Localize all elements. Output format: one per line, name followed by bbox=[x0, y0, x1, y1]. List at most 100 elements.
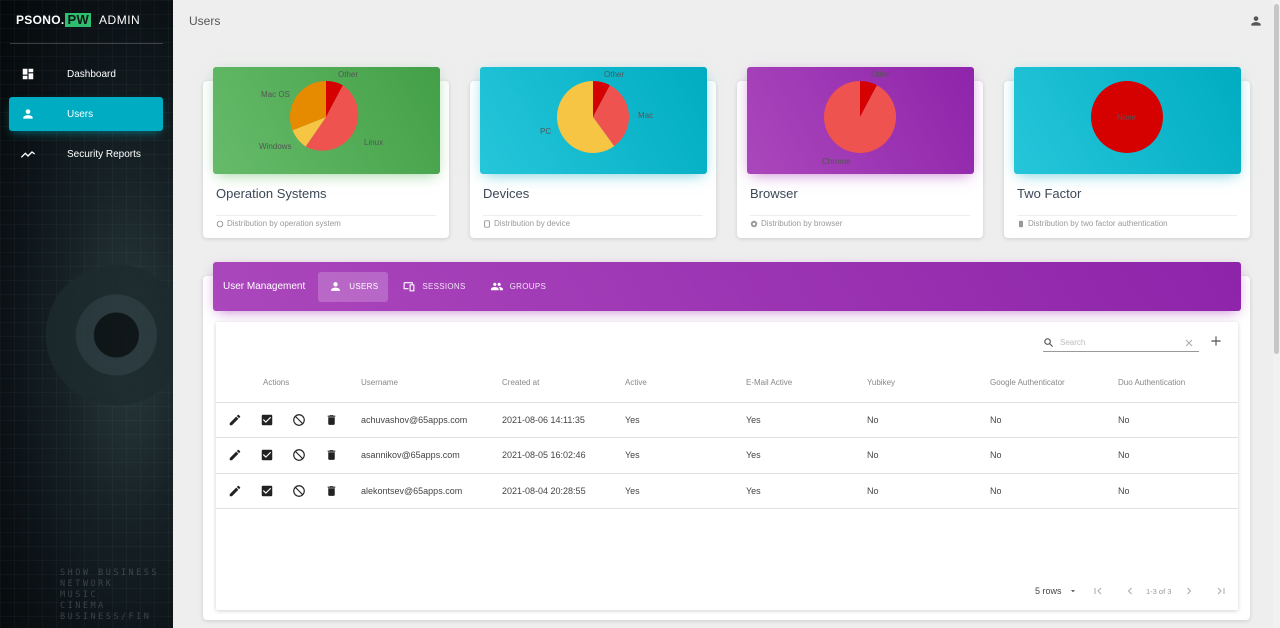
card-title: Operation Systems bbox=[216, 186, 327, 201]
sidebar-background-text: SHOW BUSINESS NETWORK MUSIC CINEMA BUSIN… bbox=[60, 568, 160, 622]
card-divider bbox=[750, 215, 970, 216]
card-footer: Distribution by operation system bbox=[216, 219, 341, 228]
cell-google-auth: No bbox=[990, 450, 1002, 460]
last-page-icon[interactable] bbox=[1214, 584, 1228, 598]
cell-active: Yes bbox=[625, 486, 640, 496]
browser-distribution-card: Other Chrome Browser Distribution by bro… bbox=[737, 67, 983, 238]
devices-distribution-card: Other Mac PC Devices Distribution by dev… bbox=[470, 67, 716, 238]
edit-icon[interactable] bbox=[227, 483, 243, 499]
add-user-button[interactable] bbox=[1209, 334, 1223, 348]
cell-google-auth: No bbox=[990, 415, 1002, 425]
card-divider bbox=[216, 215, 436, 216]
card-footer: Distribution by device bbox=[483, 219, 570, 228]
pie-label-linux: Linux bbox=[364, 138, 383, 147]
browser-chart-header: Other Chrome bbox=[747, 67, 974, 174]
rows-per-page-select[interactable]: 5 rows bbox=[1035, 586, 1062, 596]
tab-label: SESSIONS bbox=[422, 282, 466, 291]
delete-icon[interactable] bbox=[323, 447, 339, 463]
block-icon[interactable] bbox=[291, 412, 307, 428]
card-footer: Distribution by browser bbox=[750, 219, 842, 228]
column-header-active[interactable]: Active bbox=[625, 378, 647, 387]
search-icon bbox=[1044, 338, 1054, 348]
cell-duo-auth: No bbox=[1118, 486, 1130, 496]
pie-label-mac: Mac bbox=[638, 111, 653, 120]
table-row: achuvashov@65apps.com 2021-08-06 14:11:3… bbox=[216, 402, 1238, 437]
pie-label-other: Other bbox=[604, 70, 624, 79]
column-header-duo-authentication[interactable]: Duo Authentication bbox=[1118, 378, 1185, 387]
column-header-created-at[interactable]: Created at bbox=[502, 378, 539, 387]
two-factor-distribution-card: None Two Factor Distribution by two fact… bbox=[1004, 67, 1250, 238]
pie-label-pc: PC bbox=[540, 127, 551, 136]
column-header-yubikey[interactable]: Yubikey bbox=[867, 378, 895, 387]
browser-pie-chart: Other Chrome bbox=[822, 70, 897, 166]
two-factor-chart-header: None bbox=[1014, 67, 1241, 174]
person-icon bbox=[329, 280, 343, 294]
clear-icon[interactable] bbox=[1183, 337, 1195, 349]
scrollbar-thumb[interactable] bbox=[1274, 4, 1279, 354]
card-title: Browser bbox=[750, 186, 798, 201]
column-header-email-active[interactable]: E-Mail Active bbox=[746, 378, 792, 387]
first-page-icon[interactable] bbox=[1091, 584, 1105, 598]
cell-yubikey: No bbox=[867, 486, 879, 496]
cell-email-active: Yes bbox=[746, 415, 761, 425]
trending-icon bbox=[19, 145, 37, 163]
logo-suffix: ADMIN bbox=[99, 13, 141, 27]
devices-pie-chart: Other Mac PC bbox=[540, 70, 653, 153]
page-scrollbar[interactable] bbox=[1273, 0, 1280, 628]
cell-yubikey: No bbox=[867, 450, 879, 460]
edit-icon[interactable] bbox=[227, 412, 243, 428]
cell-active: Yes bbox=[625, 415, 640, 425]
cell-username: achuvashov@65apps.com bbox=[361, 415, 468, 425]
cell-created-at: 2021-08-05 16:02:46 bbox=[502, 450, 586, 460]
sidebar-item-dashboard[interactable]: Dashboard bbox=[9, 57, 163, 91]
delete-icon[interactable] bbox=[323, 412, 339, 428]
edit-icon[interactable] bbox=[227, 447, 243, 463]
device-icon bbox=[484, 219, 490, 228]
panel-title: User Management bbox=[223, 281, 306, 292]
sidebar: PSONO. PW ADMIN Dashboard Users Security … bbox=[0, 0, 173, 628]
cell-email-active: Yes bbox=[746, 486, 761, 496]
table-row: alekontsev@65apps.com 2021-08-04 20:28:5… bbox=[216, 473, 1238, 508]
table-row: asannikov@65apps.com 2021-08-05 16:02:46… bbox=[216, 437, 1238, 472]
pie-label-macos: Mac OS bbox=[261, 90, 290, 99]
logo-brand: PSONO bbox=[16, 13, 61, 27]
cell-yubikey: No bbox=[867, 415, 879, 425]
card-divider bbox=[1017, 215, 1237, 216]
devices-icon bbox=[402, 280, 416, 294]
search-input[interactable] bbox=[1060, 338, 1170, 347]
delete-icon[interactable] bbox=[323, 483, 339, 499]
cell-active: Yes bbox=[625, 450, 640, 460]
table-divider bbox=[216, 508, 1238, 509]
logo-tld: PW bbox=[65, 12, 92, 27]
block-icon[interactable] bbox=[291, 447, 307, 463]
checkbox-icon[interactable] bbox=[259, 412, 275, 428]
search-box bbox=[1043, 334, 1199, 352]
pie-label-other: Other bbox=[338, 70, 358, 79]
tab-groups[interactable]: GROUPS bbox=[479, 272, 556, 302]
sidebar-item-users[interactable]: Users bbox=[9, 97, 163, 131]
tab-users[interactable]: USERS bbox=[318, 271, 389, 302]
next-page-icon[interactable] bbox=[1182, 584, 1196, 598]
checkbox-icon[interactable] bbox=[259, 483, 275, 499]
tab-sessions[interactable]: SESSIONS bbox=[391, 272, 475, 302]
block-icon[interactable] bbox=[291, 483, 307, 499]
column-header-username[interactable]: Username bbox=[361, 378, 398, 387]
os-pie-chart: Other Mac OS Windows Linux bbox=[259, 70, 383, 151]
card-title: Devices bbox=[483, 186, 530, 201]
group-icon bbox=[490, 280, 504, 294]
previous-page-icon[interactable] bbox=[1123, 584, 1137, 598]
pie-label-windows: Windows bbox=[259, 142, 291, 151]
card-footer: Distribution by two factor authenticatio… bbox=[1017, 219, 1168, 228]
users-table: Actions Username Created at Active E-Mai… bbox=[216, 322, 1238, 610]
app-logo[interactable]: PSONO. PW ADMIN bbox=[16, 12, 140, 28]
page-range: 1-3 of 3 bbox=[1146, 587, 1172, 596]
cell-google-auth: No bbox=[990, 486, 1002, 496]
sidebar-item-security-reports[interactable]: Security Reports bbox=[9, 137, 163, 171]
account-icon[interactable] bbox=[1249, 14, 1263, 28]
column-header-google-authenticator[interactable]: Google Authenticator bbox=[990, 378, 1065, 387]
pie-label-other: Other bbox=[871, 70, 891, 79]
cell-created-at: 2021-08-04 20:28:55 bbox=[502, 486, 586, 496]
chevron-down-icon[interactable] bbox=[1066, 584, 1080, 598]
card-divider bbox=[483, 215, 703, 216]
checkbox-icon[interactable] bbox=[259, 447, 275, 463]
